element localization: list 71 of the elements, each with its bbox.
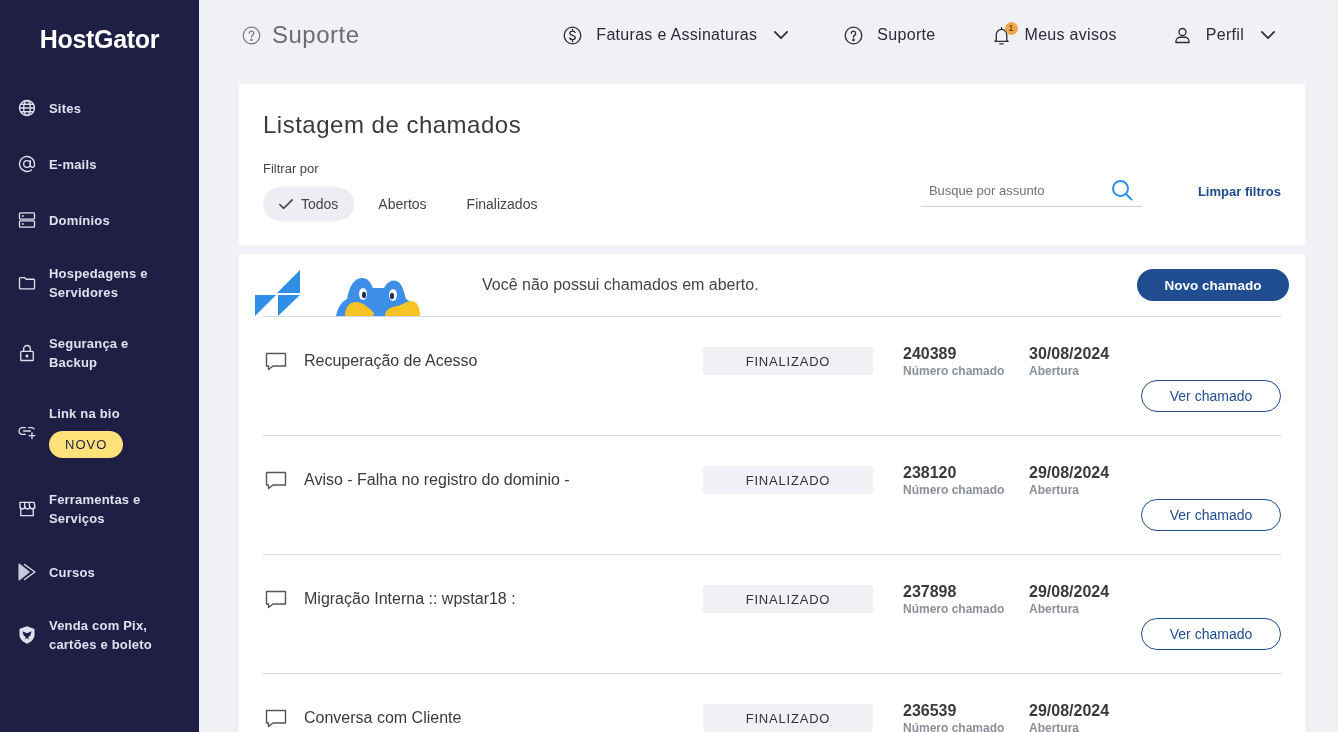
sidebar-item[interactable]: Sites (0, 80, 199, 136)
ticket-number: 240389 (903, 343, 958, 363)
nav-menu-item[interactable]: Perfil (1171, 24, 1275, 46)
sidebar-item[interactable]: Venda com Pix, cartões e boleto (0, 600, 199, 670)
sidebar-item[interactable]: Ferramentas e Serviços (0, 474, 199, 544)
search-icon[interactable] (1111, 180, 1133, 201)
nav-menu-item[interactable]: 1 Meus avisos (990, 24, 1117, 46)
search-field[interactable]: Busque por assunto (920, 175, 1142, 207)
page-title: Suporte (272, 21, 360, 49)
ticket-number-label: Número chamado (903, 600, 1006, 617)
view-ticket-button[interactable]: Ver chamado (1141, 380, 1281, 412)
alligator-icon (333, 275, 421, 316)
lock-icon (17, 343, 37, 363)
nav-menu-item[interactable]: Suporte (843, 24, 936, 46)
status-badge: FINALIZADO (703, 347, 873, 375)
ticket-date-label: Abertura (1029, 481, 1080, 498)
sidebar-item[interactable]: Link na bio NOVO (0, 388, 199, 474)
help-icon (843, 24, 865, 46)
double-play-icon (17, 562, 37, 582)
check-icon (279, 198, 293, 210)
shield-icon (17, 625, 37, 645)
server-icon (17, 210, 37, 230)
filter-chip[interactable]: Finalizados (450, 187, 554, 221)
status-badge: FINALIZADO (703, 585, 873, 613)
ticket-date: 30/08/2024 (1029, 343, 1110, 363)
ticket-number: 236539 (903, 700, 958, 720)
globe-icon (17, 98, 37, 118)
ticket-number-label: Número chamado (903, 362, 1006, 379)
new-badge: NOVO (49, 431, 124, 458)
status-badge: FINALIZADO (703, 466, 873, 494)
empty-state-message: Você não possui chamados em aberto. (482, 276, 759, 294)
ticket-subject: Conversa com Cliente (304, 709, 462, 727)
chat-bubble-icon (265, 708, 287, 728)
chat-bubble-icon (265, 589, 287, 609)
ticket-date: 29/08/2024 (1029, 700, 1110, 720)
sidebar-item[interactable]: Segurança e Backup (0, 318, 199, 388)
clear-filters-link[interactable]: Limpar filtros (1197, 183, 1281, 199)
ticket-date-label: Abertura (1029, 600, 1080, 617)
chat-bubble-icon (265, 470, 287, 490)
ticket-date: 29/08/2024 (1029, 581, 1110, 601)
ticket-subject: Aviso - Falha no registro do dominio - (304, 471, 570, 489)
sidebar-item[interactable]: Domínios (0, 192, 199, 248)
ticket-subject: Migração Interna :: wpstar18 : (304, 590, 516, 608)
nav-menu-item[interactable]: Faturas e Assinaturas (562, 24, 789, 46)
ticket-number-label: Número chamado (903, 719, 1006, 732)
ticket-subject: Recuperação de Acesso (304, 352, 478, 370)
ticket-number: 238120 (903, 462, 958, 482)
view-ticket-button[interactable]: Ver chamado (1141, 499, 1281, 531)
ticket-date: 29/08/2024 (1029, 462, 1110, 482)
filter-chip[interactable]: Todos (263, 187, 355, 221)
chat-bubble-icon (265, 351, 287, 371)
triangles-logo-icon (255, 270, 300, 316)
new-ticket-button[interactable]: Novo chamado (1137, 269, 1289, 301)
ticket-date-label: Abertura (1029, 719, 1080, 732)
panel-title: Listagem de chamados (263, 112, 523, 138)
store-icon (17, 499, 37, 519)
sidebar-item[interactable]: E-mails (0, 136, 199, 192)
ticket-date-label: Abertura (1029, 362, 1080, 379)
ticket-number-label: Número chamado (903, 481, 1006, 498)
sidebar-item[interactable]: Cursos (0, 544, 199, 600)
filter-chip[interactable]: Abertos (362, 187, 443, 221)
view-ticket-button[interactable]: Ver chamado (1141, 618, 1281, 650)
help-icon (241, 24, 262, 46)
at-sign-icon (17, 154, 37, 174)
notification-count: 1 (1004, 21, 1018, 35)
logo[interactable]: HostGator (0, 24, 199, 54)
filter-label: Filtrar por (263, 161, 320, 177)
dollar-coin-icon (562, 24, 584, 46)
sidebar-item[interactable]: Hospedagens e Servidores (0, 248, 199, 318)
ticket-number: 237898 (903, 581, 958, 601)
status-badge: FINALIZADO (703, 704, 873, 732)
